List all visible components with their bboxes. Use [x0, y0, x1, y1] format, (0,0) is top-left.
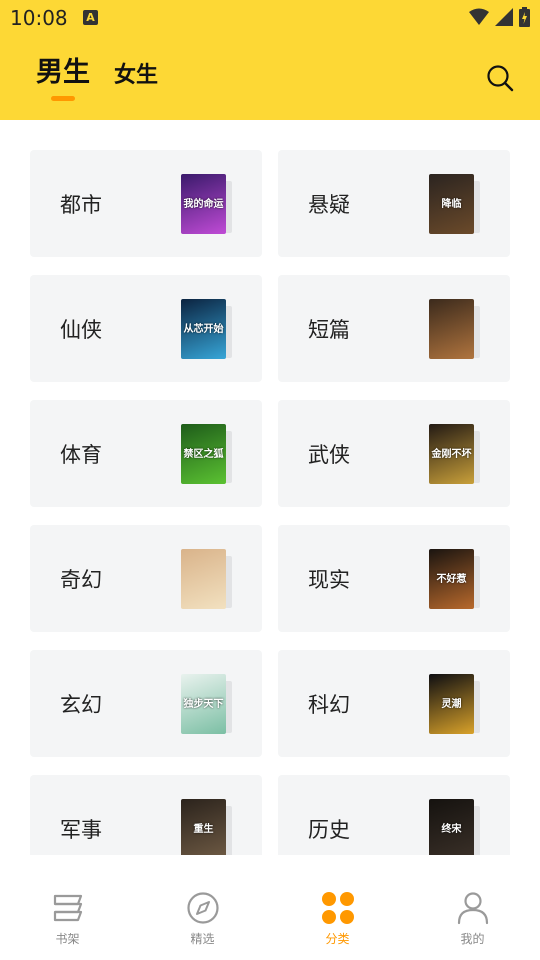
category-label: 科幻	[308, 692, 350, 717]
book-cover-image	[429, 299, 474, 359]
nav-profile-label: 我的	[460, 932, 485, 946]
category-card[interactable]: 奇幻	[30, 525, 262, 632]
tab-male-label: 男生	[36, 57, 90, 88]
bookshelf-icon	[51, 891, 85, 925]
status-time: 10:08	[10, 6, 68, 30]
search-icon[interactable]	[486, 64, 514, 92]
category-card[interactable]: 体育 禁区之狐	[30, 400, 262, 507]
category-list[interactable]: 都市 我的命运 悬疑 降临仙侠 从芯开始 短篇体育 禁区之狐 武侠 金刚不坏奇幻 现实 不好惹玄幻 独…	[0, 120, 540, 855]
tab-female-label: 女生	[114, 63, 159, 88]
book-cover-image	[181, 549, 226, 609]
book-cover-image: 终宋	[429, 799, 474, 855]
book-cover-title: 灵潮	[441, 698, 462, 710]
category-card[interactable]: 短篇	[278, 275, 510, 382]
category-label: 都市	[60, 192, 102, 217]
category-label: 悬疑	[308, 192, 350, 217]
nav-category[interactable]: 分类	[270, 855, 405, 960]
category-card[interactable]: 悬疑 降临	[278, 150, 510, 257]
nav-bookshelf-label: 书架	[55, 932, 80, 946]
category-label: 短篇	[308, 317, 350, 342]
category-card[interactable]: 都市 我的命运	[30, 150, 262, 257]
nav-featured[interactable]: 精选	[135, 855, 270, 960]
category-grid-icon	[321, 891, 355, 925]
nav-bookshelf[interactable]: 书架	[0, 855, 135, 960]
status-bar: 10:08 A	[0, 0, 540, 36]
category-label: 玄幻	[60, 692, 102, 717]
category-label: 现实	[308, 567, 350, 592]
nav-category-label: 分类	[325, 932, 350, 946]
book-cover-image: 禁区之狐	[181, 424, 226, 484]
status-icons	[469, 7, 530, 27]
category-label: 体育	[60, 442, 102, 467]
book-cover-title: 我的命运	[183, 198, 224, 210]
book-cover-image: 不好惹	[429, 549, 474, 609]
category-label: 武侠	[308, 442, 350, 467]
book-cover-title: 不好惹	[436, 573, 467, 585]
top-header: 10:08 A 男生 女生	[0, 0, 540, 120]
signal-icon	[495, 8, 513, 26]
book-cover-image: 灵潮	[429, 674, 474, 734]
nav-featured-label: 精选	[190, 932, 215, 946]
book-cover-title: 禁区之狐	[183, 448, 224, 460]
book-cover-title: 独步天下	[183, 698, 224, 710]
category-label: 仙侠	[60, 317, 102, 342]
gender-tabs: 男生 女生	[36, 50, 182, 101]
book-cover-title: 金刚不坏	[431, 448, 472, 460]
compass-icon	[186, 891, 220, 925]
book-cover-title: 终宋	[441, 823, 462, 835]
category-card[interactable]: 武侠 金刚不坏	[278, 400, 510, 507]
profile-icon	[456, 891, 490, 925]
active-tab-indicator	[51, 96, 75, 101]
book-cover-image: 从芯开始	[181, 299, 226, 359]
book-cover-image: 降临	[429, 174, 474, 234]
book-cover-title: 重生	[193, 823, 214, 835]
category-card[interactable]: 军事 重生	[30, 775, 262, 855]
category-card[interactable]: 玄幻 独步天下	[30, 650, 262, 757]
category-card[interactable]: 现实 不好惹	[278, 525, 510, 632]
category-label: 奇幻	[60, 567, 102, 592]
wifi-icon	[469, 8, 489, 25]
nav-profile[interactable]: 我的	[405, 855, 540, 960]
tab-male[interactable]: 男生	[36, 50, 90, 101]
tab-female[interactable]: 女生	[114, 57, 158, 89]
category-card[interactable]: 历史 终宋	[278, 775, 510, 855]
book-cover-image: 重生	[181, 799, 226, 855]
category-label: 历史	[308, 817, 350, 842]
book-cover-title: 降临	[441, 198, 462, 210]
category-grid: 都市 我的命运 悬疑 降临仙侠 从芯开始 短篇体育 禁区之狐 武侠 金刚不坏奇幻 现实 不好惹玄幻 独…	[30, 150, 510, 855]
book-cover-image: 我的命运	[181, 174, 226, 234]
category-label: 军事	[60, 817, 102, 842]
category-card[interactable]: 科幻 灵潮	[278, 650, 510, 757]
app-notification-icon: A	[83, 10, 98, 25]
book-cover-title: 从芯开始	[183, 323, 224, 335]
battery-icon	[519, 7, 530, 27]
book-cover-image: 金刚不坏	[429, 424, 474, 484]
category-card[interactable]: 仙侠 从芯开始	[30, 275, 262, 382]
bottom-nav: 书架 精选 分类 我的	[0, 855, 540, 960]
book-cover-image: 独步天下	[181, 674, 226, 734]
